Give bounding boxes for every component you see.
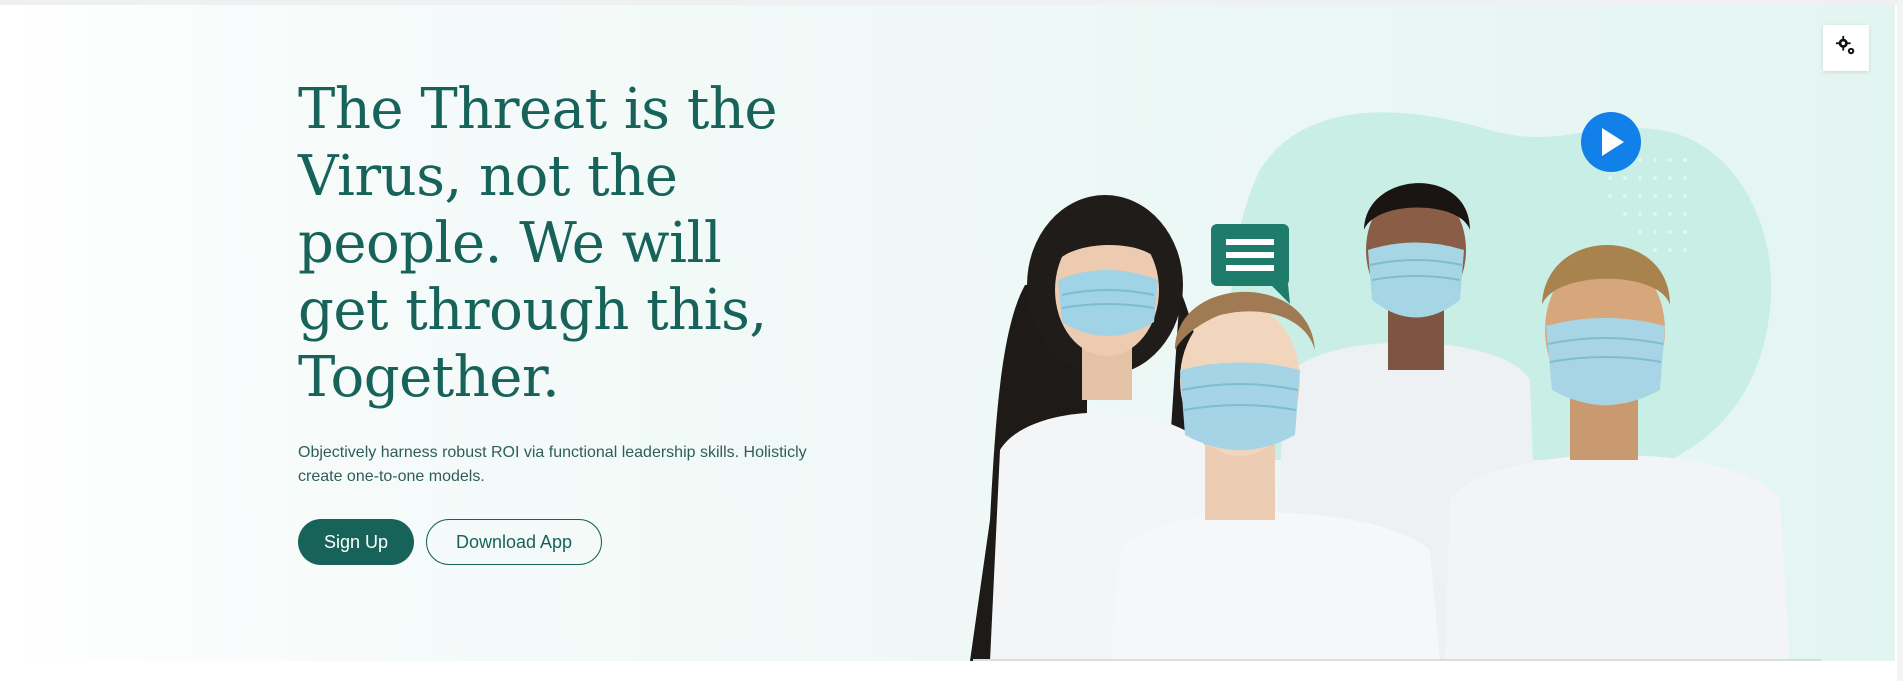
hero-illustration xyxy=(970,112,1790,661)
play-button[interactable] xyxy=(1581,112,1641,172)
photo-baseline xyxy=(973,659,1822,661)
hero-subtext: Objectively harness robust ROI via funct… xyxy=(298,444,807,485)
scrollbar[interactable] xyxy=(1897,0,1903,681)
gear-icon xyxy=(1835,35,1857,61)
sign-up-button[interactable]: Sign Up xyxy=(298,519,414,565)
settings-button[interactable] xyxy=(1823,25,1869,71)
download-app-button[interactable]: Download App xyxy=(426,519,602,565)
hero-headline: The Threat is the Virus, not the people.… xyxy=(298,77,778,410)
